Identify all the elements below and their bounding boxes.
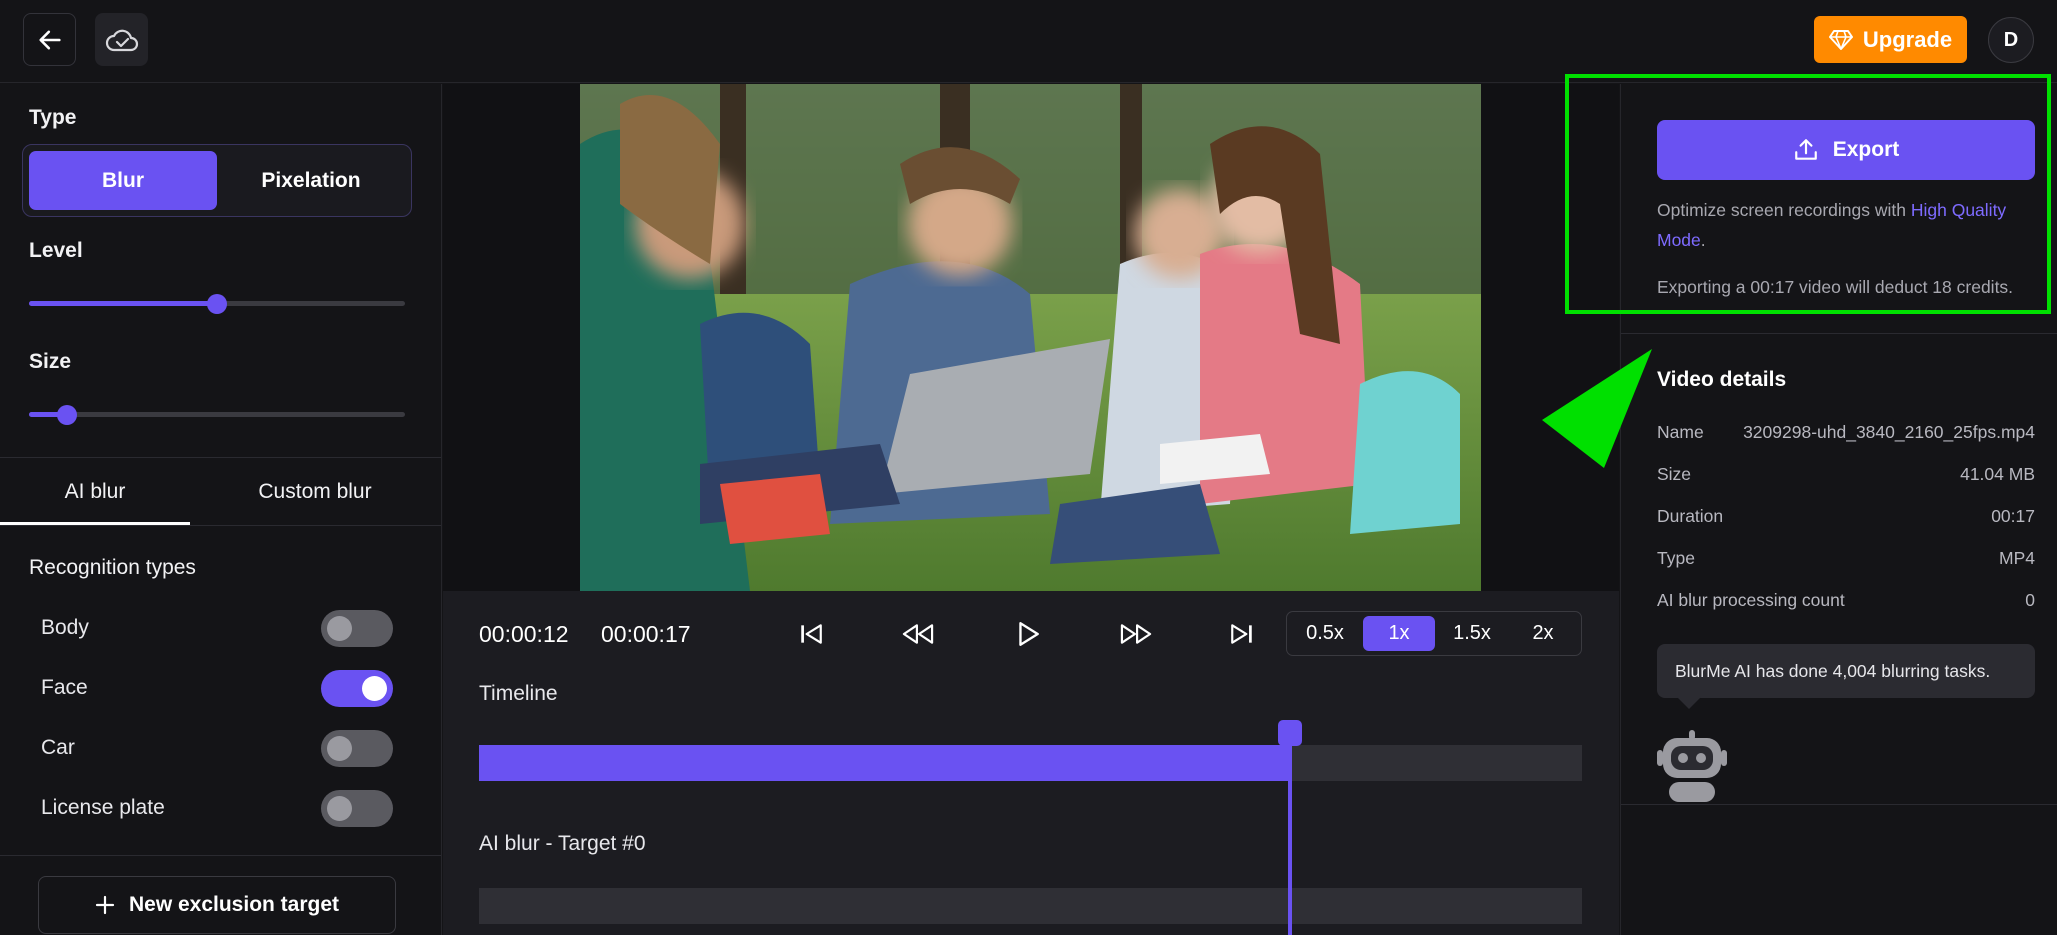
detail-row-size: Size 41.04 MB <box>1657 464 2035 485</box>
timeline-progress <box>479 745 1290 781</box>
detail-value: 00:17 <box>1991 506 2035 526</box>
recognition-types-label: Recognition types <box>29 556 196 579</box>
toggle-label-body: Body <box>41 616 89 639</box>
player-controls: 00:00:12 00:00:17 0.5x 1x 1.5x 2x Timeli… <box>443 591 1619 935</box>
detail-value: 3209298-uhd_3840_2160_25fps.mp4 <box>1743 422 2035 442</box>
detail-value: MP4 <box>1999 548 2035 568</box>
type-option-blur[interactable]: Blur <box>29 151 217 210</box>
video-details-title: Video details <box>1657 368 1787 391</box>
current-time: 00:00:12 <box>479 621 569 647</box>
playback-speed-selector: 0.5x 1x 1.5x 2x <box>1286 611 1582 656</box>
detail-key: Size <box>1657 464 1692 484</box>
size-slider[interactable] <box>29 405 405 425</box>
left-panel: Type Blur Pixelation Level Size AI blur … <box>0 84 442 935</box>
divider <box>1621 333 2057 334</box>
playhead-line <box>1288 731 1292 935</box>
rewind-button[interactable] <box>900 616 936 652</box>
skip-back-icon <box>801 624 822 644</box>
detail-row-ai-blur-count: AI blur processing count 0 <box>1657 590 2035 611</box>
tooltip-pointer <box>1677 697 1701 709</box>
detail-key: Name <box>1657 422 1704 442</box>
avatar[interactable]: D <box>1988 17 2034 63</box>
total-time: 00:00:17 <box>601 621 691 647</box>
toggle-knob <box>327 736 352 761</box>
fast-forward-button[interactable] <box>1118 616 1154 652</box>
toggle-knob <box>362 676 387 701</box>
level-label: Level <box>29 239 83 262</box>
skip-to-end-button[interactable] <box>1224 616 1260 652</box>
detail-row-name: Name 3209298-uhd_3840_2160_25fps.mp4 <box>1657 422 2035 443</box>
level-slider-thumb[interactable] <box>207 294 227 314</box>
video-preview[interactable] <box>580 84 1481 591</box>
play-button[interactable] <box>1010 616 1046 652</box>
speed-2x[interactable]: 2x <box>1511 616 1575 651</box>
back-button[interactable] <box>23 13 76 66</box>
detail-key: Duration <box>1657 506 1724 526</box>
divider <box>1621 804 2057 805</box>
cloud-saved-button[interactable] <box>95 13 148 66</box>
divider <box>0 525 441 526</box>
body-toggle[interactable] <box>321 610 393 647</box>
toggle-knob <box>327 616 352 641</box>
speed-1-5x[interactable]: 1.5x <box>1439 616 1505 651</box>
video-frame-image <box>580 84 1481 591</box>
type-label: Type <box>29 106 77 129</box>
toggle-label-car: Car <box>41 736 75 759</box>
ai-blur-target-track[interactable] <box>479 888 1582 924</box>
face-toggle[interactable] <box>321 670 393 707</box>
arrow-left-icon <box>38 30 61 49</box>
speed-1x[interactable]: 1x <box>1363 616 1435 651</box>
upgrade-label: Upgrade <box>1862 26 1953 52</box>
highlight-box <box>1565 74 2051 314</box>
new-exclusion-target-label: New exclusion target <box>128 893 340 916</box>
editor-center: 00:00:12 00:00:17 0.5x 1x 1.5x 2x Timeli… <box>443 84 1619 935</box>
top-bar: Upgrade D <box>0 0 2057 83</box>
robot-mascot-icon <box>1657 730 1727 802</box>
cloud-check-icon <box>105 29 138 51</box>
fast-forward-icon <box>1120 624 1152 644</box>
toggle-knob <box>327 796 352 821</box>
detail-row-type: Type MP4 <box>1657 548 2035 569</box>
rewind-icon <box>902 624 934 644</box>
size-slider-thumb[interactable] <box>57 405 77 425</box>
detail-value: 0 <box>2025 590 2035 610</box>
type-selector: Blur Pixelation <box>22 144 412 217</box>
license-plate-toggle[interactable] <box>321 790 393 827</box>
size-slider-track <box>29 412 405 417</box>
type-option-pixelation[interactable]: Pixelation <box>217 151 405 210</box>
timeline-label: Timeline <box>479 682 558 705</box>
new-exclusion-target-button[interactable]: New exclusion target <box>38 876 396 934</box>
size-label: Size <box>29 350 72 373</box>
level-slider[interactable] <box>29 294 405 314</box>
ai-blur-track-label: AI blur - Target #0 <box>479 832 646 855</box>
car-toggle[interactable] <box>321 730 393 767</box>
level-slider-fill <box>29 301 217 306</box>
detail-row-duration: Duration 00:17 <box>1657 506 2035 527</box>
upgrade-button[interactable]: Upgrade <box>1814 16 1967 63</box>
play-icon <box>1019 622 1039 646</box>
divider <box>0 855 441 856</box>
tab-ai-blur[interactable]: AI blur <box>0 480 190 504</box>
playhead-handle[interactable] <box>1278 720 1302 746</box>
detail-value: 41.04 MB <box>1960 464 2035 484</box>
ai-stats-tooltip: BlurMe AI has done 4,004 blurring tasks. <box>1657 644 2035 698</box>
timeline-track[interactable] <box>479 745 1582 781</box>
skip-forward-icon <box>1231 624 1252 644</box>
skip-to-start-button[interactable] <box>793 616 829 652</box>
detail-key: Type <box>1657 548 1695 568</box>
pointer-arrow-icon <box>1542 349 1652 468</box>
toggle-label-face: Face <box>41 676 88 699</box>
detail-key: AI blur processing count <box>1657 590 1845 610</box>
divider <box>0 457 441 458</box>
diamond-icon <box>1828 29 1853 50</box>
plus-icon <box>95 895 115 915</box>
toggle-label-license-plate: License plate <box>41 796 165 819</box>
speed-0-5x[interactable]: 0.5x <box>1293 616 1357 651</box>
tab-custom-blur[interactable]: Custom blur <box>220 480 410 504</box>
